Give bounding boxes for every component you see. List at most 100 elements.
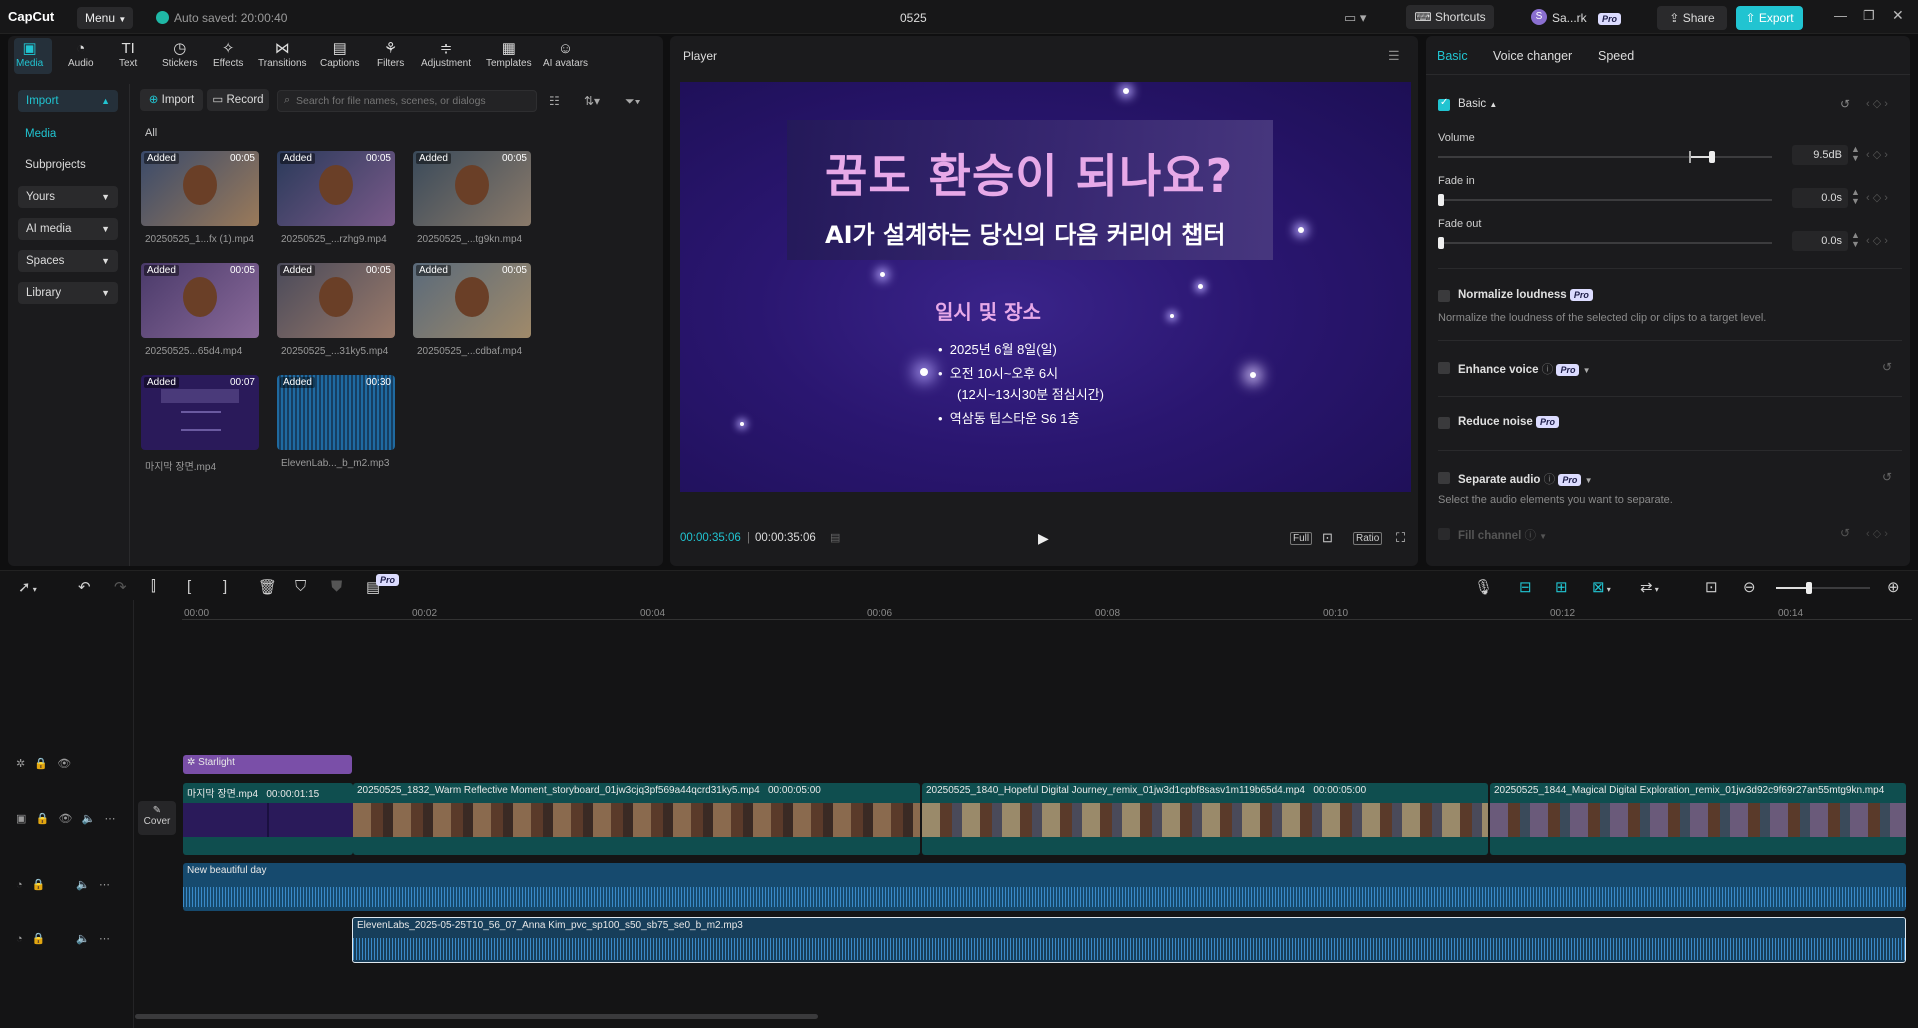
fade-out-slider[interactable]	[1438, 237, 1772, 249]
magnet-icon[interactable]: ⊟	[1519, 578, 1532, 596]
lock-icon[interactable]: 🔒	[32, 879, 46, 891]
basic-checkbox[interactable]: ✓	[1438, 97, 1450, 111]
fill-channel-checkbox[interactable]	[1438, 528, 1450, 540]
sidebar-spaces[interactable]: Spaces ▼	[18, 250, 118, 272]
tool-templates[interactable]: ▦ Templates	[486, 40, 532, 69]
import-button[interactable]: ⊕ Import	[140, 89, 203, 111]
more-icon[interactable]: ⋯	[99, 933, 110, 945]
tool-captions[interactable]: ▤ Captions	[320, 40, 359, 69]
tool-effects[interactable]: ✧ Effects	[213, 40, 243, 69]
tool-transitions[interactable]: ⋈ Transitions	[258, 40, 307, 69]
play-icon[interactable]: ▶	[1038, 530, 1049, 547]
eye-icon[interactable]: 👁	[57, 758, 71, 770]
restore-icon[interactable]: ❐	[1863, 8, 1875, 24]
zoom-slider[interactable]	[1776, 582, 1870, 594]
sidebar-yours[interactable]: Yours ▼	[18, 186, 118, 208]
zoom-out-icon[interactable]: ⊖	[1743, 578, 1756, 596]
media-item[interactable]: Added 00:05	[277, 151, 395, 226]
sidebar-library[interactable]: Library ▼	[18, 282, 118, 304]
stepper-icon[interactable]: ▲ ▼	[1851, 145, 1860, 163]
keyframe-nav-icon[interactable]: ‹ ◇ ›	[1866, 527, 1888, 540]
media-item[interactable]: Added 00:05	[413, 263, 531, 338]
user-name[interactable]: Sa...rk	[1552, 11, 1587, 25]
preview-axis-icon[interactable]: ⊠ ▾	[1592, 578, 1611, 596]
more-icon[interactable]: ⋯	[104, 813, 115, 825]
reset-icon[interactable]: ↺	[1840, 526, 1850, 540]
volume-slider[interactable]	[1438, 151, 1772, 163]
keyframe-nav-icon[interactable]: ‹ ◇ ›	[1866, 191, 1888, 204]
fullscreen-icon[interactable]: ⛶	[1396, 530, 1405, 546]
reset-icon[interactable]: ↺	[1882, 470, 1892, 484]
sidebar-import[interactable]: Import ▲	[18, 90, 118, 112]
sort-icon[interactable]: ⇅▾	[584, 94, 600, 108]
link-icon[interactable]: ⊞	[1555, 578, 1568, 596]
shield-icon[interactable]: ⛊	[331, 578, 342, 595]
split-left-icon[interactable]: [	[187, 578, 191, 595]
eye-icon[interactable]: 👁	[58, 813, 72, 825]
video-preview[interactable]: 꿈도 환승이 되나요? AI가 설계하는 당신의 다음 커리어 챕터 일시 및 …	[680, 82, 1411, 492]
keyframe-nav-icon[interactable]: ‹ ◇ ›	[1866, 148, 1888, 161]
tool-ai-avatars[interactable]: ☺ AI avatars	[543, 40, 588, 69]
filter-icon[interactable]: ⏷▾	[625, 94, 640, 109]
lock-icon[interactable]: 🔒	[36, 813, 50, 825]
mark-icon[interactable]: ⛉	[295, 578, 306, 595]
zoom-slider-handle[interactable]	[1806, 582, 1812, 594]
fade-out-handle[interactable]	[1438, 237, 1444, 249]
filter-all[interactable]: All	[145, 127, 157, 139]
video-clip[interactable]: 20250525_1844_Magical Digital Exploratio…	[1490, 783, 1906, 855]
tool-stickers[interactable]: ◷ Stickers	[162, 40, 198, 69]
delete-icon[interactable]: 🗑	[258, 578, 277, 596]
timecode-icon[interactable]: ▤	[830, 531, 840, 544]
media-item[interactable]: Added 00:05	[141, 263, 259, 338]
chevron-down-icon[interactable]: ▼	[1585, 476, 1593, 485]
cover-button[interactable]: ✎ Cover	[138, 801, 176, 835]
undo-icon[interactable]: ↶	[78, 578, 91, 596]
stepper-icon[interactable]: ▲ ▼	[1851, 188, 1860, 206]
tab-speed[interactable]: Speed	[1598, 49, 1634, 63]
ratio-button[interactable]: Ratio	[1353, 532, 1383, 545]
speaker-icon[interactable]: 🔈	[76, 879, 90, 891]
timeline-scrollbar[interactable]	[135, 1014, 818, 1019]
volume-slider-handle[interactable]	[1709, 151, 1715, 163]
select-cursor-icon[interactable]: ➚ ▾	[18, 578, 37, 596]
zoom-in-icon[interactable]: ⊕	[1887, 578, 1900, 596]
keyframe-nav-icon[interactable]: ‹ ◇ ›	[1866, 97, 1888, 110]
tab-voice-changer[interactable]: Voice changer	[1493, 49, 1572, 63]
keyframe-nav-icon[interactable]: ‹ ◇ ›	[1866, 234, 1888, 247]
media-item[interactable]: Added 00:05	[413, 151, 531, 226]
fade-in-handle[interactable]	[1438, 194, 1444, 206]
tool-adjustment[interactable]: ≑ Adjustment	[421, 40, 471, 69]
sidebar-ai-media[interactable]: AI media ▼	[18, 218, 118, 240]
video-clip[interactable]: 20250525_1840_Hopeful Digital Journey_re…	[922, 783, 1488, 855]
sidebar-subprojects[interactable]: Subprojects	[25, 159, 86, 171]
project-title[interactable]: 0525	[900, 11, 927, 25]
lock-icon[interactable]: 🔒	[34, 758, 48, 770]
chevron-down-icon[interactable]: ▼	[1583, 366, 1591, 375]
fade-in-slider[interactable]	[1438, 194, 1772, 206]
split-right-icon[interactable]: ]	[223, 578, 227, 595]
media-item[interactable]: Added 00:05	[141, 151, 259, 226]
audio-clip[interactable]: New beautiful day	[183, 863, 1906, 911]
reset-icon[interactable]: ↺	[1840, 97, 1850, 111]
reduce-noise-checkbox[interactable]	[1438, 417, 1450, 429]
grid-view-icon[interactable]: ☷	[549, 94, 560, 108]
tool-media[interactable]: ▣ Media	[16, 40, 43, 69]
video-clip[interactable]: 20250525_1832_Warm Reflective Moment_sto…	[353, 783, 920, 855]
info-icon[interactable]: ⓘ	[1542, 364, 1554, 376]
media-item[interactable]: Added 00:05	[277, 263, 395, 338]
tool-text[interactable]: TI Text	[119, 40, 137, 69]
reset-icon[interactable]: ↺	[1882, 360, 1892, 374]
record-button[interactable]: ▭ Record	[207, 89, 269, 111]
more-icon[interactable]: ⋯	[99, 879, 110, 891]
split-icon[interactable]: ⫿	[151, 578, 156, 595]
sidebar-media[interactable]: Media	[25, 128, 56, 140]
speaker-icon[interactable]: 🔈	[82, 813, 96, 825]
info-icon[interactable]: ⓘ	[1544, 474, 1556, 486]
menu-button[interactable]: Menu ▼	[77, 7, 133, 29]
media-item[interactable]: Added 00:07	[141, 375, 259, 450]
fade-out-value[interactable]: 0.0s	[1792, 231, 1848, 251]
fade-in-value[interactable]: 0.0s	[1792, 188, 1848, 208]
stepper-icon[interactable]: ▲ ▼	[1851, 231, 1860, 249]
tool-filters[interactable]: ⚘ Filters	[377, 40, 404, 69]
redo-icon[interactable]: ↷	[114, 578, 127, 596]
